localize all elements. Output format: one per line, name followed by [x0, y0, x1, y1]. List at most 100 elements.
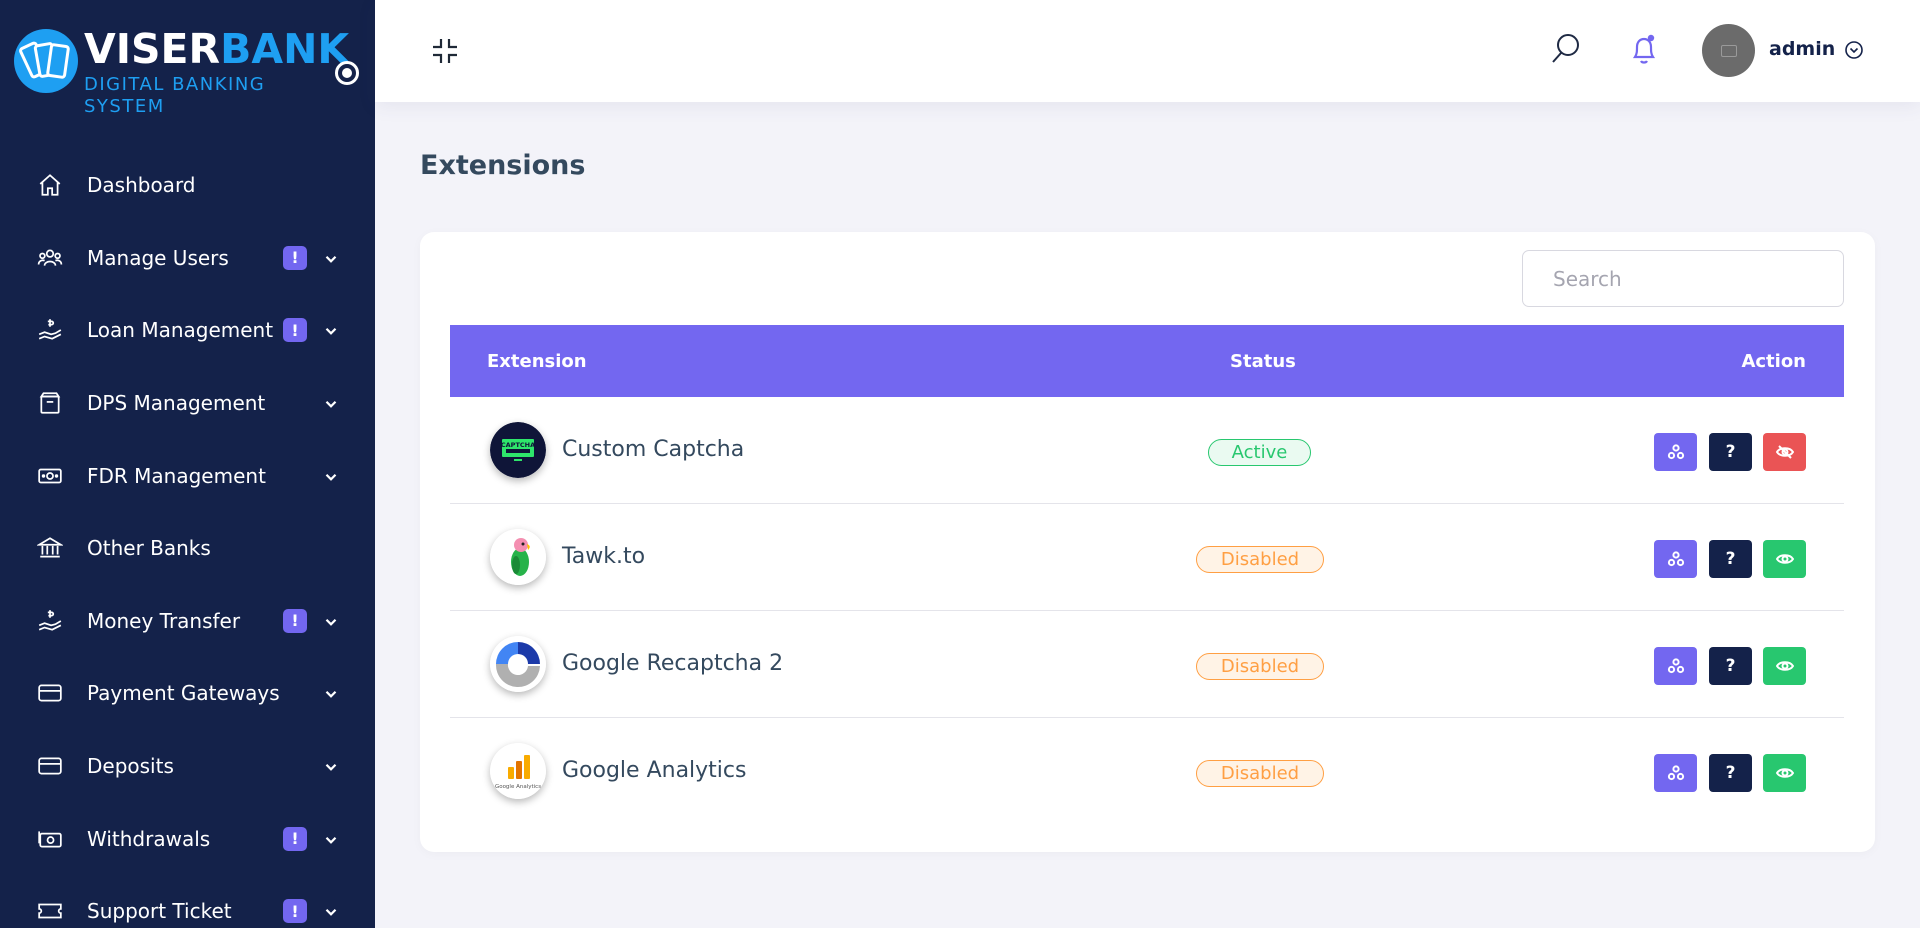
extension-name: Custom Captcha: [562, 437, 745, 462]
sidebar-item-label: Money Transfer: [87, 608, 241, 633]
hand-coin-icon: [36, 607, 64, 635]
column-header-action: Action: [1741, 350, 1806, 372]
chevron-down-icon: [322, 468, 340, 486]
chevron-down-icon: [322, 758, 340, 776]
captcha-logo-text: CAPTCHA: [501, 441, 535, 449]
configure-button[interactable]: [1654, 540, 1697, 578]
cogs-icon: [1667, 658, 1684, 674]
notification-badge: !: [283, 318, 307, 343]
sidebar-item-label: Dashboard: [87, 173, 196, 198]
sidebar: VISERBANK DIGITAL BANKING SYSTEM Dashboa…: [0, 0, 375, 928]
sidebar-item-withdrawals[interactable]: Withdrawals !: [0, 802, 375, 875]
google-analytics-logo-icon: Google Analytics: [490, 743, 546, 799]
status-badge: Disabled: [1196, 760, 1324, 787]
sidebar-item-label: Withdrawals: [87, 826, 211, 851]
configure-button[interactable]: [1654, 647, 1697, 685]
sidebar-item-label: Manage Users: [87, 245, 229, 270]
sidebar-toggle-icon[interactable]: [335, 61, 359, 85]
sidebar-item-other-banks[interactable]: Other Banks: [0, 512, 375, 585]
extension-name: Tawk.to: [562, 544, 646, 569]
sidebar-item-dashboard[interactable]: Dashboard: [0, 149, 375, 222]
captcha-logo-icon: CAPTCHA: [490, 422, 546, 478]
sidebar-item-loan-management[interactable]: Loan Management !: [0, 294, 375, 367]
disable-button[interactable]: [1763, 433, 1806, 471]
enable-button[interactable]: [1763, 647, 1806, 685]
brand-logo-icon: [14, 29, 78, 93]
sidebar-item-label: Loan Management: [87, 318, 274, 343]
status-badge: Disabled: [1196, 546, 1324, 573]
chevron-down-icon: [322, 685, 340, 703]
brand-wordmark: VISERBANK DIGITAL BANKING SYSTEM: [84, 26, 349, 118]
question-icon: ?: [1725, 656, 1736, 676]
brand-tagline: DIGITAL BANKING SYSTEM: [84, 74, 266, 117]
enable-button[interactable]: [1763, 540, 1806, 578]
top-header: admin: [375, 0, 1920, 102]
extensions-table: Extension Status Action CAPTCHA Custom C…: [450, 325, 1844, 825]
page-title: Extensions: [420, 150, 586, 181]
brand-name-part2: BANK: [220, 25, 350, 73]
column-header-status: Status: [1230, 350, 1296, 372]
sidebar-item-label: Deposits: [87, 754, 174, 779]
configure-button[interactable]: [1654, 433, 1697, 471]
sidebar-item-payment-gateways[interactable]: Payment Gateways: [0, 657, 375, 730]
users-icon: [36, 244, 64, 272]
cogs-icon: [1667, 551, 1684, 567]
notification-badge: !: [283, 899, 307, 924]
chevron-down-circle-icon[interactable]: [1844, 40, 1864, 60]
sidebar-item-manage-users[interactable]: Manage Users !: [0, 222, 375, 295]
cogs-icon: [1667, 765, 1684, 781]
chevron-down-icon: [322, 613, 340, 631]
chevron-down-icon: [322, 250, 340, 268]
configure-button[interactable]: [1654, 754, 1697, 792]
brand-logo[interactable]: VISERBANK DIGITAL BANKING SYSTEM: [14, 22, 349, 117]
sidebar-item-money-transfer[interactable]: Money Transfer !: [0, 585, 375, 658]
bell-icon[interactable]: [1628, 32, 1660, 66]
brand-name-part1: VISER: [84, 25, 221, 73]
tawkto-parrot-logo-icon: [490, 529, 546, 585]
extension-name: Google Recaptcha 2: [562, 651, 784, 676]
sidebar-item-fdr-management[interactable]: FDR Management: [0, 439, 375, 512]
sidebar-menu: Dashboard Manage Users ! Loan Management…: [0, 149, 375, 928]
user-name[interactable]: admin: [1769, 38, 1835, 60]
question-icon: ?: [1725, 763, 1736, 783]
chevron-down-icon: [322, 903, 340, 921]
card-icon: [36, 752, 64, 780]
sidebar-item-label: Payment Gateways: [87, 681, 280, 706]
search-icon[interactable]: [1550, 32, 1582, 66]
help-button[interactable]: ?: [1709, 540, 1752, 578]
home-icon: [36, 171, 64, 199]
question-icon: ?: [1725, 549, 1736, 569]
status-badge: Active: [1208, 439, 1311, 466]
hand-coin-icon: [36, 316, 64, 344]
cogs-icon: [1667, 444, 1684, 460]
google-analytics-logo-text: Google Analytics: [495, 784, 541, 790]
recaptcha-logo-icon: [490, 636, 546, 692]
sidebar-item-label: DPS Management: [87, 391, 266, 416]
notification-badge: !: [283, 608, 307, 633]
extensions-card: Extension Status Action CAPTCHA Custom C…: [420, 232, 1875, 852]
eye-icon: [1775, 661, 1794, 671]
card-icon: [36, 679, 64, 707]
table-row: Google Analytics Google Analytics Disabl…: [450, 718, 1844, 825]
avatar[interactable]: [1702, 24, 1755, 77]
help-button[interactable]: ?: [1709, 433, 1752, 471]
help-button[interactable]: ?: [1709, 754, 1752, 792]
notification-badge: !: [283, 245, 307, 270]
sidebar-item-deposits[interactable]: Deposits: [0, 730, 375, 803]
cash-icon: [36, 825, 64, 853]
search-input[interactable]: [1522, 250, 1844, 307]
eye-slash-icon: [1775, 445, 1794, 459]
column-header-extension: Extension: [487, 350, 587, 372]
enable-button[interactable]: [1763, 754, 1806, 792]
extension-name: Google Analytics: [562, 758, 747, 783]
chevron-down-icon: [322, 395, 340, 413]
sidebar-item-support-ticket[interactable]: Support Ticket !: [0, 875, 375, 928]
help-button[interactable]: ?: [1709, 647, 1752, 685]
sidebar-item-label: FDR Management: [87, 463, 266, 488]
exit-fullscreen-icon[interactable]: [430, 36, 460, 66]
image-placeholder-icon: [1720, 44, 1737, 57]
chevron-down-icon: [322, 831, 340, 849]
ticket-icon: [36, 897, 64, 925]
sidebar-item-dps-management[interactable]: DPS Management: [0, 367, 375, 440]
question-icon: ?: [1725, 442, 1736, 462]
